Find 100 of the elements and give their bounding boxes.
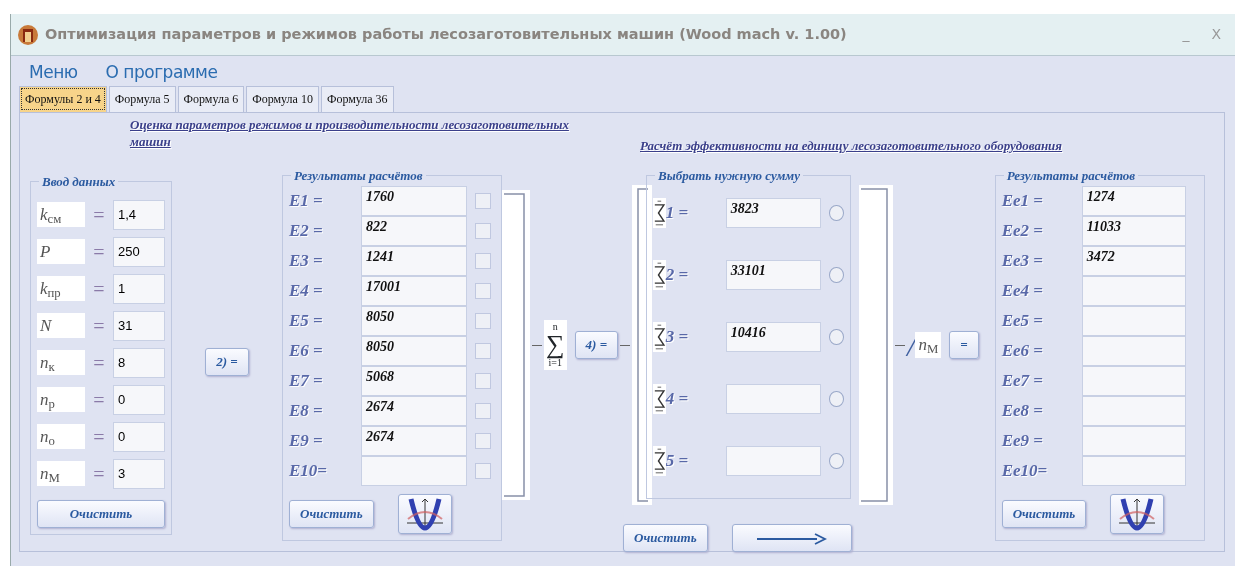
result-label: Ee10= bbox=[1001, 460, 1049, 483]
section-heading[interactable]: Расчёт эффективности на единицу лесозаготовительного оборудования bbox=[640, 138, 1063, 153]
result-field[interactable] bbox=[1081, 456, 1186, 486]
result-label: Ee4 = bbox=[1001, 280, 1044, 303]
equals-sign: = bbox=[92, 350, 106, 376]
result-field[interactable] bbox=[1081, 396, 1186, 426]
result-field[interactable]: 5068 bbox=[361, 366, 467, 396]
sum-field[interactable]: 10416 bbox=[725, 322, 822, 352]
input-field[interactable]: 0 bbox=[113, 384, 165, 415]
tab[interactable]: Формула 6 bbox=[177, 86, 245, 112]
math-label: n$_{к}$ bbox=[37, 349, 85, 376]
sum-lower-limit: i=1 bbox=[548, 358, 562, 368]
menu-item[interactable]: Меню bbox=[29, 60, 78, 84]
result-field[interactable]: 8050 bbox=[361, 336, 467, 366]
sum-upper-limit: n bbox=[552, 322, 558, 332]
sum-label: 5 = bbox=[665, 450, 690, 473]
graph-button[interactable] bbox=[397, 494, 452, 534]
equals-sign: = bbox=[92, 239, 106, 265]
checkbox[interactable] bbox=[475, 343, 491, 359]
equals-button[interactable]: = bbox=[949, 331, 979, 359]
checkbox[interactable] bbox=[475, 283, 491, 299]
tab[interactable]: Формула 5 bbox=[108, 86, 176, 112]
result-field[interactable] bbox=[1081, 306, 1186, 336]
checkbox[interactable] bbox=[475, 403, 491, 419]
result-label: Ee5 = bbox=[1001, 310, 1044, 333]
input-field[interactable]: 3 bbox=[113, 458, 165, 489]
input-field[interactable]: 0 bbox=[113, 421, 165, 452]
checkbox[interactable] bbox=[475, 313, 491, 329]
sum-label: 4 = bbox=[665, 388, 690, 411]
math-label: P bbox=[37, 238, 85, 265]
clear-button[interactable]: Очистить bbox=[623, 524, 708, 552]
tab[interactable]: Формулы 2 и 4 bbox=[19, 86, 107, 112]
result-field[interactable]: 3472 bbox=[1081, 246, 1186, 276]
result-field[interactable] bbox=[1081, 276, 1186, 306]
math-label: k$_{пр}$ bbox=[37, 275, 85, 302]
result-field[interactable]: 2674 bbox=[361, 396, 467, 426]
result-field[interactable]: 11033 bbox=[1081, 216, 1186, 246]
radio-button[interactable] bbox=[829, 267, 845, 283]
result-field[interactable]: 1274 bbox=[1081, 186, 1186, 216]
math-label: N bbox=[37, 312, 85, 339]
section-heading[interactable]: Оценка параметров режимов и производительности лесозаготовительных машин bbox=[130, 117, 570, 151]
result-field[interactable]: 17001 bbox=[361, 276, 467, 306]
sum-field[interactable]: 3823 bbox=[725, 198, 822, 228]
clear-button[interactable]: Очистить bbox=[1001, 500, 1087, 528]
sum-field[interactable]: 33101 bbox=[725, 260, 822, 290]
tab[interactable]: Формула 10 bbox=[246, 86, 319, 112]
radio-button[interactable] bbox=[829, 329, 845, 345]
graph-button[interactable] bbox=[1110, 494, 1165, 534]
input-field[interactable]: 8 bbox=[113, 347, 165, 378]
connector-line bbox=[620, 344, 631, 346]
math-label: k$_{см}$ bbox=[37, 201, 85, 228]
equals-sign: = bbox=[92, 461, 106, 487]
checkbox[interactable] bbox=[475, 253, 491, 269]
checkbox[interactable] bbox=[475, 223, 491, 239]
sum-icon bbox=[653, 384, 666, 414]
input-field[interactable]: 250 bbox=[113, 236, 165, 267]
result-label: E5 = bbox=[289, 310, 324, 333]
radio-button[interactable] bbox=[829, 453, 845, 469]
math-label: n$_{М}$ bbox=[915, 332, 942, 358]
result-label: E4 = bbox=[289, 280, 324, 303]
result-label: Ee7 = bbox=[1001, 370, 1044, 393]
input-field[interactable]: 1 bbox=[113, 273, 165, 304]
menu-item[interactable]: О программе bbox=[105, 60, 218, 84]
result-field[interactable]: 1760 bbox=[361, 186, 467, 216]
sum-field[interactable] bbox=[725, 384, 822, 414]
parabola-icon bbox=[404, 497, 445, 531]
result-label: E8 = bbox=[289, 400, 324, 423]
checkbox[interactable] bbox=[475, 463, 491, 479]
result-field[interactable]: 2674 bbox=[361, 426, 467, 456]
radio-button[interactable] bbox=[829, 205, 845, 221]
result-label: Ee2 = bbox=[1001, 220, 1044, 243]
input-field[interactable]: 1,4 bbox=[113, 199, 165, 230]
math-label: n$_{р}$ bbox=[37, 386, 85, 413]
result-field[interactable]: 1241 bbox=[361, 246, 467, 276]
tab[interactable]: Формула 36 bbox=[320, 86, 394, 112]
checkbox[interactable] bbox=[475, 373, 491, 389]
input-field[interactable]: 31 bbox=[113, 310, 165, 341]
result-field[interactable]: 8050 bbox=[361, 306, 467, 336]
sum-field[interactable] bbox=[725, 446, 822, 476]
clear-button[interactable]: Очистить bbox=[289, 500, 374, 528]
checkbox[interactable] bbox=[475, 433, 491, 449]
math-label: n$_{М}$ bbox=[37, 460, 85, 487]
result-field[interactable] bbox=[1081, 336, 1186, 366]
result-field[interactable] bbox=[1081, 366, 1186, 396]
equals-sign: = bbox=[92, 387, 106, 413]
equals-sign: = bbox=[92, 313, 106, 339]
sum-button[interactable]: 4) = bbox=[574, 331, 619, 359]
radio-button[interactable] bbox=[829, 391, 845, 407]
clear-button[interactable]: Очистить bbox=[37, 500, 165, 528]
result-field[interactable] bbox=[1081, 426, 1186, 456]
result-field[interactable] bbox=[361, 456, 467, 486]
sum-label: 1 = bbox=[665, 202, 690, 225]
result-label: E3 = bbox=[289, 250, 324, 273]
window-title: Оптимизация параметров и режимов работы лесозаготовительных машин (Wood mach v. 1.00) bbox=[45, 24, 847, 44]
checkbox[interactable] bbox=[475, 193, 491, 209]
next-button[interactable] bbox=[731, 524, 852, 552]
calculate-button[interactable]: 2) = bbox=[205, 348, 249, 376]
result-label: Ee3 = bbox=[1001, 250, 1044, 273]
result-field[interactable]: 822 bbox=[361, 216, 467, 246]
sum-icon bbox=[653, 446, 666, 476]
